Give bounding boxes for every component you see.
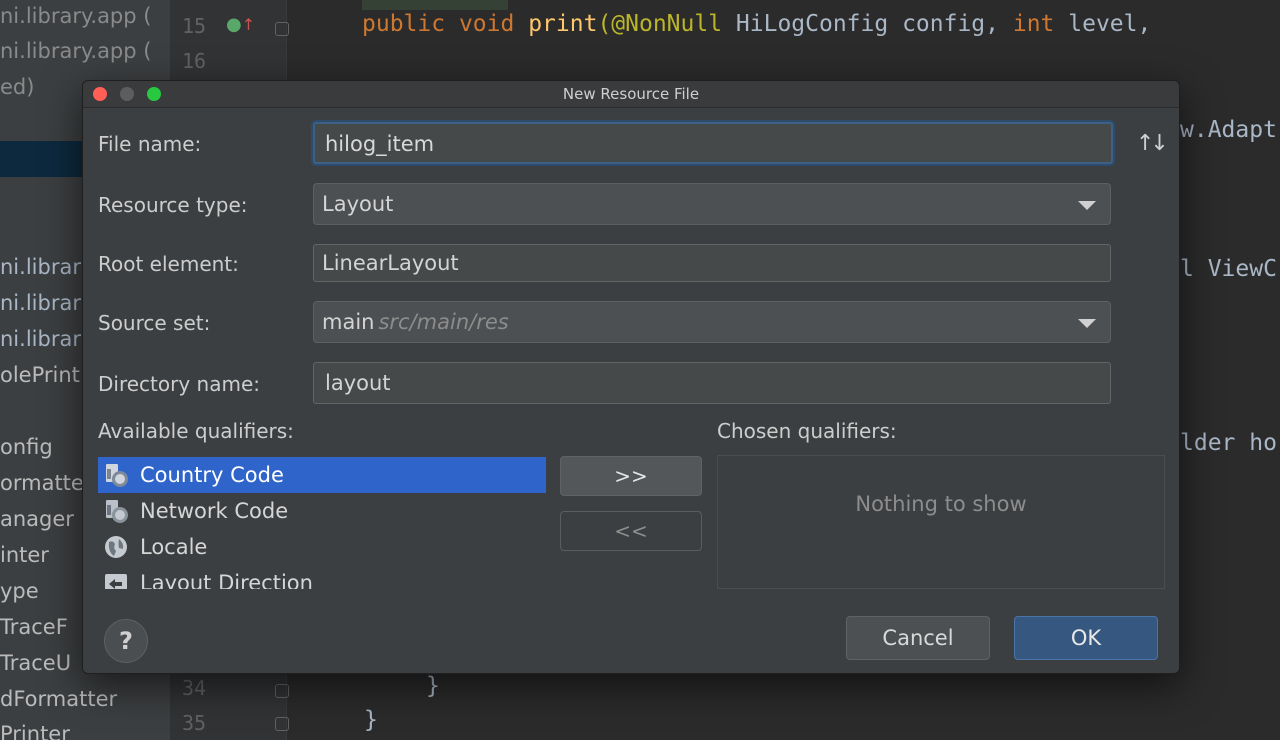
- network-code-icon: [106, 500, 128, 523]
- project-tree-item[interactable]: ni.librar: [0, 255, 81, 279]
- fold-icon[interactable]: [275, 717, 289, 731]
- qualifier-item-network-code[interactable]: Network Code: [98, 493, 546, 529]
- code-line-15[interactable]: public void print(@NonNull HiLogConfig c…: [362, 11, 1151, 37]
- qualifier-item-layout-direction[interactable]: Layout Direction: [98, 565, 546, 589]
- available-qualifiers-list[interactable]: Country Code Network Code Locale Layout …: [98, 455, 546, 589]
- project-tree-item[interactable]: inter: [0, 543, 49, 567]
- chosen-qualifiers-label: Chosen qualifiers:: [717, 419, 897, 443]
- directory-name-label: Directory name:: [98, 372, 260, 396]
- source-set-select[interactable]: main src/main/res: [313, 301, 1111, 343]
- qualifier-item-locale[interactable]: Locale: [98, 529, 546, 565]
- dialog-titlebar[interactable]: New Resource File: [83, 81, 1179, 108]
- override-marker-icon[interactable]: ●↑: [226, 14, 255, 35]
- remove-qualifier-button[interactable]: <<: [560, 511, 702, 551]
- project-tree-item[interactable]: ni.library.app (: [0, 39, 151, 63]
- code-fragment: w.Adapt: [1180, 117, 1277, 143]
- project-tree-item[interactable]: ni.library.app (: [0, 4, 151, 28]
- project-tree-item[interactable]: ype: [0, 579, 39, 603]
- empty-state-text: Nothing to show: [855, 492, 1027, 516]
- line-number: 34: [182, 676, 207, 700]
- project-tree-item[interactable]: anager: [0, 507, 74, 531]
- sort-arrows-icon[interactable]: ↑↓: [1136, 131, 1169, 156]
- fold-icon[interactable]: [275, 22, 289, 36]
- file-name-label: File name:: [98, 132, 202, 156]
- resource-type-label: Resource type:: [98, 193, 248, 217]
- project-tree-item[interactable]: onfig: [0, 435, 53, 459]
- globe-icon: [105, 536, 127, 558]
- project-tree-item[interactable]: dFormatter: [0, 687, 117, 711]
- project-tree-item[interactable]: TraceU: [0, 651, 71, 675]
- code-fragment: lder ho: [1180, 430, 1277, 456]
- line-number: 15: [182, 14, 207, 38]
- code-brace: }: [426, 673, 440, 699]
- directory-name-value: layout: [325, 371, 391, 395]
- project-tree-item[interactable]: olePrint: [0, 363, 80, 387]
- resource-type-value: Layout: [322, 192, 394, 216]
- fold-icon[interactable]: [275, 684, 289, 698]
- source-set-path-hint: src/main/res: [378, 310, 509, 334]
- file-name-text[interactable]: [325, 125, 1101, 163]
- root-element-input[interactable]: LinearLayout: [313, 244, 1111, 282]
- new-resource-file-dialog: New Resource File File name: ↑↓ Resource…: [82, 80, 1180, 674]
- qualifier-item-country-code[interactable]: Country Code: [98, 457, 546, 493]
- add-qualifier-button[interactable]: >>: [560, 456, 702, 496]
- source-set-value: main: [322, 310, 375, 334]
- annotation-highlight: [362, 0, 508, 10]
- available-qualifiers-label: Available qualifiers:: [98, 419, 294, 443]
- code-brace: }: [364, 707, 378, 733]
- country-code-icon: [106, 464, 128, 487]
- line-number: 35: [182, 711, 207, 735]
- ok-button[interactable]: OK: [1014, 616, 1158, 660]
- root-element-label: Root element:: [98, 252, 239, 276]
- source-set-label: Source set:: [98, 311, 211, 335]
- help-button[interactable]: ?: [104, 619, 148, 663]
- chevron-down-icon: [1078, 319, 1096, 328]
- line-number: 16: [182, 49, 207, 73]
- root-element-value: LinearLayout: [322, 251, 459, 275]
- chosen-qualifiers-list[interactable]: Nothing to show: [717, 455, 1165, 589]
- project-tree-item[interactable]: Printer: [0, 722, 70, 740]
- project-tree-item[interactable]: ormatte: [0, 471, 84, 495]
- resource-type-select[interactable]: Layout: [313, 183, 1111, 225]
- project-tree-item[interactable]: TraceF: [0, 615, 68, 639]
- code-fragment: l ViewC: [1180, 256, 1277, 282]
- directory-name-input[interactable]: layout: [313, 362, 1111, 404]
- file-name-input[interactable]: [313, 122, 1113, 164]
- project-tree-item[interactable]: ni.librar: [0, 327, 81, 351]
- dialog-title: New Resource File: [562, 85, 700, 103]
- cancel-button[interactable]: Cancel: [846, 616, 990, 660]
- project-tree-item[interactable]: ni.librar: [0, 291, 81, 315]
- project-tree-item[interactable]: ed): [0, 75, 34, 99]
- layout-direction-icon: [105, 574, 127, 589]
- chevron-down-icon: [1078, 201, 1096, 210]
